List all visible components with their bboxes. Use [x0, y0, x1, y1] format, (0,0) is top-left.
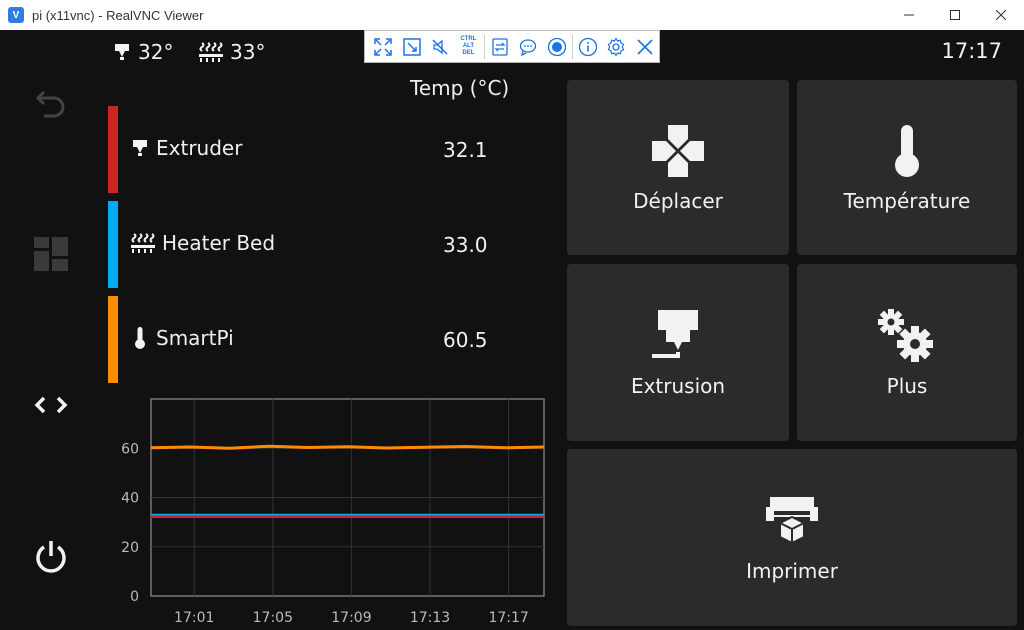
more-button[interactable]: Plus [797, 264, 1017, 441]
alt-label: ALT [462, 43, 475, 49]
y-tick-label: 60 [121, 441, 139, 457]
power-icon[interactable] [30, 536, 72, 578]
close-window-button[interactable] [978, 0, 1024, 30]
status-bed-temp: 33° [198, 40, 265, 64]
temp-row-label: Extruder [156, 136, 243, 160]
file-transfer-icon[interactable] [486, 31, 514, 62]
temp-color-bar [108, 106, 118, 193]
y-tick-label: 0 [130, 589, 139, 605]
window-title: pi (x11vnc) - RealVNC Viewer [32, 7, 204, 23]
back-icon[interactable] [30, 82, 72, 124]
mute-icon[interactable] [426, 31, 454, 62]
gears-icon [878, 308, 933, 362]
dpad-icon [652, 124, 704, 177]
temp-color-bar [108, 201, 118, 288]
x-tick-label: 17:05 [253, 610, 293, 626]
temp-row-smartpi[interactable]: SmartPi 60.5 [108, 296, 528, 383]
temp-column-header: Temp (°C) [410, 76, 510, 100]
temp-row-label: SmartPi [156, 326, 234, 350]
fullscreen-icon[interactable] [369, 31, 397, 62]
extrude-button[interactable]: Extrusion [567, 264, 789, 441]
vnc-toolbar: CTRL ALT DEL [364, 30, 660, 63]
ctrl-alt-del-icon[interactable]: CTRL ALT DEL [454, 31, 482, 62]
tile-label: Plus [886, 373, 928, 398]
temp-row-value: 33.0 [443, 233, 488, 257]
clock: 17:17 [941, 39, 1002, 63]
tile-label: Extrusion [630, 373, 726, 398]
minimize-button[interactable] [886, 0, 932, 30]
thermometer-icon [895, 124, 919, 177]
scale-icon[interactable] [397, 31, 425, 62]
extruder-icon [115, 44, 129, 60]
printer-icon [766, 496, 818, 544]
status-extruder-value: 32° [138, 40, 174, 64]
ctrl-label: CTRL [460, 36, 477, 42]
y-tick-label: 40 [121, 491, 139, 507]
thermometer-icon [135, 327, 145, 349]
del-label: DEL [462, 50, 475, 56]
status-extruder-temp: 32° [112, 40, 173, 64]
toolbar-divider [483, 34, 485, 59]
dashboard-icon[interactable] [30, 233, 72, 275]
info-icon[interactable] [574, 31, 602, 62]
heater-bed-icon [199, 42, 223, 62]
temp-row-extruder[interactable]: Extruder 32.1 [108, 106, 528, 193]
chat-icon[interactable] [514, 31, 542, 62]
x-tick-label: 17:09 [331, 610, 371, 626]
print-button[interactable]: Imprimer [567, 449, 1017, 626]
temp-row-value: 60.5 [443, 328, 488, 352]
extruder-icon [133, 140, 147, 156]
x-tick-label: 17:17 [488, 610, 528, 626]
maximize-button[interactable] [932, 0, 978, 30]
tile-label: Température [843, 188, 971, 213]
close-toolbar-icon[interactable] [631, 31, 659, 62]
temp-row-value: 32.1 [443, 138, 488, 162]
temperature-graph: 17:01 17:05 17:09 17:13 17:17 0 20 40 60 [121, 398, 545, 626]
tile-label: Déplacer [633, 188, 723, 213]
record-icon[interactable] [542, 31, 570, 62]
y-tick-label: 20 [121, 540, 139, 556]
window-titlebar: V pi (x11vnc) - RealVNC Viewer [0, 0, 1024, 30]
toolbar-divider [571, 34, 573, 59]
tile-label: Imprimer [746, 558, 838, 583]
extruder-icon [652, 309, 698, 358]
heater-bed-icon [131, 233, 155, 253]
x-tick-label: 17:13 [410, 610, 450, 626]
temp-color-bar [108, 296, 118, 383]
realvnc-app-icon: V [8, 7, 24, 23]
settings-gear-icon[interactable] [602, 31, 630, 62]
temp-row-label: Heater Bed [162, 231, 276, 255]
temperature-button[interactable]: Température [797, 80, 1017, 255]
temp-row-heater-bed[interactable]: Heater Bed 33.0 [108, 201, 528, 288]
code-icon[interactable] [30, 384, 72, 426]
status-bed-value: 33° [230, 40, 266, 64]
move-button[interactable]: Déplacer [567, 80, 789, 255]
x-tick-label: 17:01 [174, 610, 214, 626]
series-line [150, 444, 545, 450]
